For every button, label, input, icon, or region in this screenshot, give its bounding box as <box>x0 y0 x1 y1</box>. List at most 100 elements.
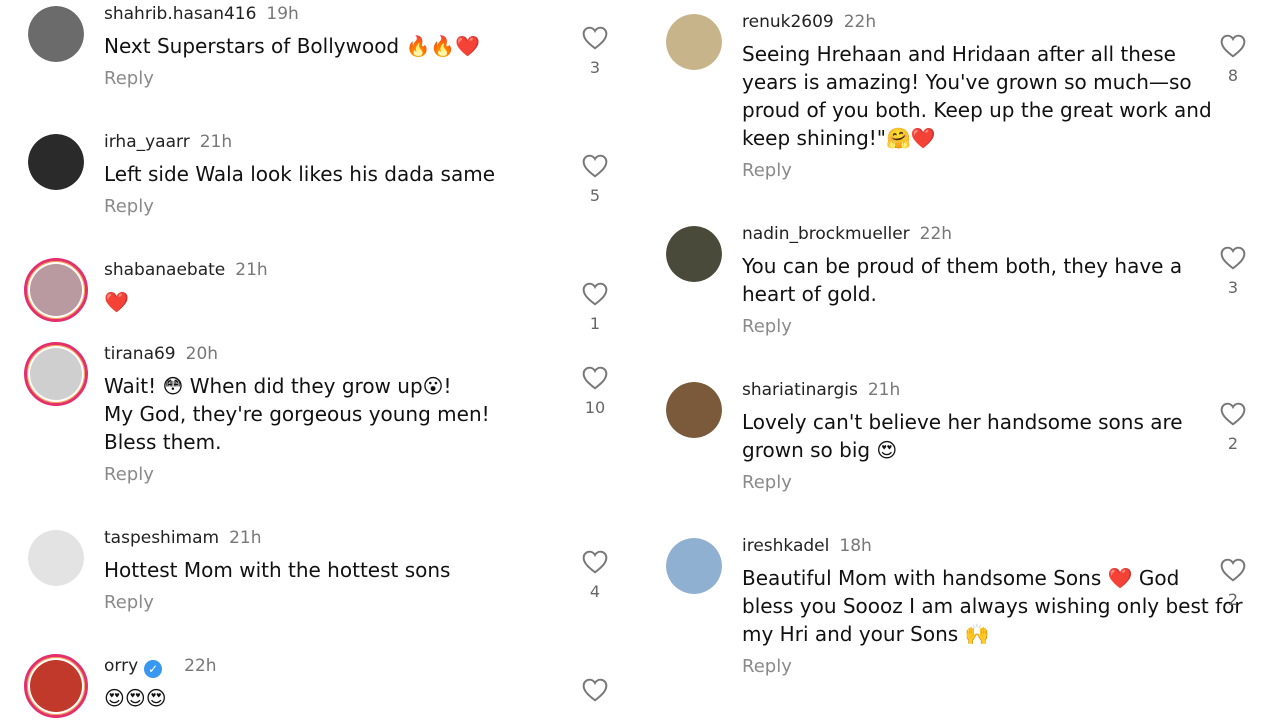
comment-text-line: Next Superstars of Bollywood 🔥🔥❤️ <box>104 34 481 58</box>
like-count: 2 <box>1227 590 1239 609</box>
comment-meta: ireshkadel 18h <box>742 536 872 556</box>
reply-button[interactable]: Reply <box>742 472 792 493</box>
avatar[interactable] <box>666 14 722 70</box>
comment-text-line: heart of gold. <box>742 282 877 306</box>
like-count: 1 <box>589 314 601 333</box>
comment-text: Wait! 😳 When did they grow up😮! My God, … <box>104 372 574 456</box>
avatar[interactable] <box>28 530 84 586</box>
comment-meta: orry ✓ 22h <box>104 656 217 678</box>
reply-button[interactable]: Reply <box>742 316 792 337</box>
comment-text-line: Seeing Hrehaan and Hridaan after all the… <box>742 42 1176 66</box>
comment-username[interactable]: taspeshimam <box>104 528 219 548</box>
like-count: 8 <box>1227 66 1239 85</box>
avatar[interactable] <box>28 134 84 190</box>
comment-text: ❤️ <box>104 288 574 316</box>
comment-text: You can be proud of them both, they have… <box>742 252 1202 308</box>
comment-text-line: Hottest Mom with the hottest sons <box>104 558 451 582</box>
heart-outline-icon[interactable] <box>1220 558 1246 582</box>
comment-time: 20h <box>185 344 219 364</box>
comment-text-line: years is amazing! You've grown so much—s… <box>742 70 1192 94</box>
heart-outline-icon[interactable] <box>582 678 608 702</box>
like-count: 4 <box>589 582 601 601</box>
comment-username[interactable]: orry <box>104 656 138 676</box>
comment-text-line: grown so big 😍 <box>742 438 898 462</box>
like-count: 10 <box>584 398 606 417</box>
comment-time: 22h <box>919 224 953 244</box>
comment-time: 19h <box>266 4 299 24</box>
comment-text: 😍😍😍 <box>104 684 574 712</box>
comment-text-line: Bless them. <box>104 430 222 454</box>
reply-button[interactable]: Reply <box>104 592 154 613</box>
reply-button[interactable]: Reply <box>742 656 792 677</box>
heart-outline-icon[interactable] <box>1220 402 1246 426</box>
like-count: 3 <box>589 58 601 77</box>
comment-time: 21h <box>229 528 262 548</box>
comment-text-line: My God, they're gorgeous young men! <box>104 402 490 426</box>
comment-text-line: Wait! 😳 When did they grow up😮! <box>104 374 452 398</box>
comment-meta: taspeshimam 21h <box>104 528 262 548</box>
comment-meta: shariatinargis 21h <box>742 380 900 400</box>
comment-username[interactable]: shabanaebate <box>104 260 225 280</box>
comment-username[interactable]: shariatinargis <box>742 380 858 400</box>
comment-meta: shabanaebate 21h <box>104 260 268 280</box>
heart-outline-icon[interactable] <box>1220 246 1246 270</box>
comments-column-left: shahrib.hasan416 19h Next Superstars of B… <box>0 0 640 720</box>
avatar[interactable] <box>24 258 88 322</box>
comment-text-line: ❤️ <box>104 290 129 314</box>
comment-time: 18h <box>839 536 872 556</box>
heart-outline-icon[interactable] <box>1220 34 1246 58</box>
reply-button[interactable]: Reply <box>742 160 792 181</box>
comment-text: Left side Wala look likes his dada same <box>104 160 574 188</box>
heart-outline-icon[interactable] <box>582 282 608 306</box>
heart-outline-icon[interactable] <box>582 366 608 390</box>
avatar[interactable] <box>666 226 722 282</box>
comment-text-line: Left side Wala look likes his dada same <box>104 162 496 186</box>
comment-username[interactable]: renuk2609 <box>742 12 834 32</box>
verified-badge-icon: ✓ <box>144 660 163 678</box>
comment-text-line: Beautiful Mom with handsome Sons ❤️ God <box>742 566 1180 590</box>
reply-button[interactable]: Reply <box>104 196 154 217</box>
like-count: 2 <box>1227 434 1239 453</box>
comment-text-line: keep shining!"🤗❤️ <box>742 126 936 150</box>
comment-text-line: Lovely can't believe her handsome sons a… <box>742 410 1183 434</box>
like-count: 3 <box>1227 278 1239 297</box>
comment-text: Seeing Hrehaan and Hridaan after all the… <box>742 40 1212 152</box>
reply-button[interactable]: Reply <box>104 68 154 89</box>
comment-text: Beautiful Mom with handsome Sons ❤️ God … <box>742 564 1243 648</box>
comment-text: Next Superstars of Bollywood 🔥🔥❤️ <box>104 32 574 60</box>
like-count: 5 <box>589 186 601 205</box>
comment-meta: nadin_brockmueller 22h <box>742 224 952 244</box>
comment-username[interactable]: irha_yaarr <box>104 132 190 152</box>
comment-time: 21h <box>199 132 233 152</box>
comments-column-right: renuk2609 22h Seeing Hrehaan and Hridaan … <box>640 0 1280 720</box>
comment-text-line: bless you Soooz I am always wishing only… <box>742 594 1243 618</box>
comment-meta: tirana69 20h <box>104 344 218 364</box>
avatar[interactable] <box>666 538 722 594</box>
comment-text: Hottest Mom with the hottest sons <box>104 556 574 584</box>
heart-outline-icon[interactable] <box>582 26 608 50</box>
avatar[interactable] <box>24 654 88 718</box>
comment-time: 21h <box>235 260 268 280</box>
comment-time: 22h <box>184 656 217 676</box>
avatar[interactable] <box>24 342 88 406</box>
comment-meta: shahrib.hasan416 19h <box>104 4 299 24</box>
comment-text-line: proud of you both. Keep up the great wor… <box>742 98 1212 122</box>
avatar[interactable] <box>28 6 84 62</box>
comment-username[interactable]: nadin_brockmueller <box>742 224 910 244</box>
avatar[interactable] <box>666 382 722 438</box>
comment-meta: irha_yaarr 21h <box>104 132 232 152</box>
comment-username[interactable]: tirana69 <box>104 344 176 364</box>
comments-page: shahrib.hasan416 19h Next Superstars of B… <box>0 0 1280 720</box>
comment-time: 22h <box>843 12 877 32</box>
comment-text-line: You can be proud of them both, they have… <box>742 254 1183 278</box>
heart-outline-icon[interactable] <box>582 154 608 178</box>
comment-text: Lovely can't believe her handsome sons a… <box>742 408 1202 464</box>
comment-username[interactable]: shahrib.hasan416 <box>104 4 256 24</box>
reply-button[interactable]: Reply <box>104 464 154 485</box>
comment-text-line: my Hri and your Sons 🙌 <box>742 622 990 646</box>
heart-outline-icon[interactable] <box>582 550 608 574</box>
comment-meta: renuk2609 22h <box>742 12 876 32</box>
comment-time: 21h <box>867 380 901 400</box>
comment-username[interactable]: ireshkadel <box>742 536 829 556</box>
comment-text-line: 😍😍😍 <box>104 686 167 710</box>
